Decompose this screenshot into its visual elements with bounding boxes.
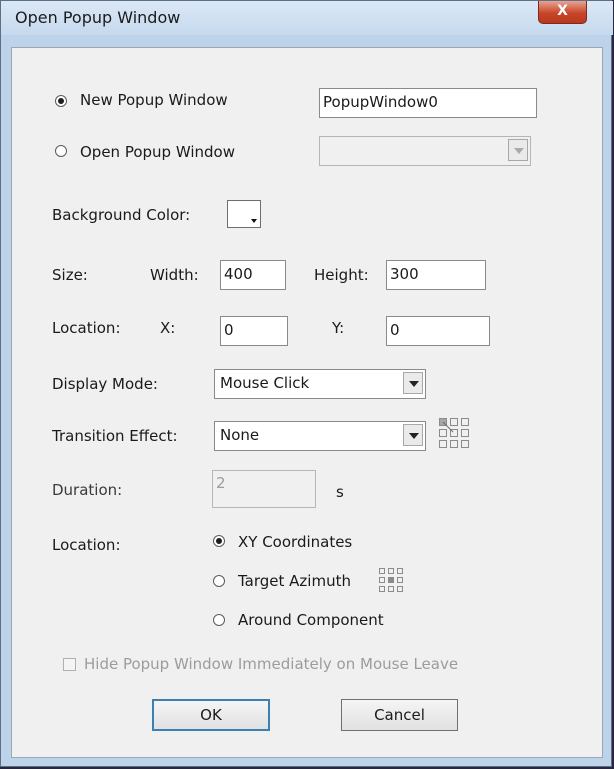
width-label: Width: — [150, 266, 199, 284]
display-mode-select[interactable]: Mouse Click — [214, 369, 426, 399]
location-mode-label: Location: — [52, 536, 121, 554]
chevron-down-icon[interactable] — [403, 372, 423, 394]
width-input[interactable]: 400 — [220, 260, 286, 290]
hide-on-leave-label: Hide Popup Window Immediately on Mouse L… — [84, 655, 459, 673]
duration-label: Duration: — [52, 481, 123, 499]
direction-grid-icon[interactable] — [438, 417, 470, 449]
close-icon: X — [557, 3, 568, 19]
target-azimuth-radio[interactable] — [213, 575, 225, 587]
open-popup-radio[interactable] — [55, 145, 67, 157]
open-popup-label[interactable]: Open Popup Window — [80, 142, 235, 162]
popup-name-input[interactable]: PopupWindow0 — [319, 88, 537, 118]
title-bar[interactable]: Open Popup Window X — [1, 1, 613, 35]
azimuth-grid-icon[interactable] — [378, 567, 404, 593]
around-component-label[interactable]: Around Component — [238, 610, 384, 630]
dialog-window: Open Popup Window X New Popup Window Pop… — [0, 0, 613, 767]
new-popup-radio[interactable] — [55, 95, 67, 107]
dialog-client-area: New Popup Window PopupWindow0 Open Popup… — [11, 47, 603, 758]
duration-unit: s — [336, 483, 344, 501]
window-title: Open Popup Window — [15, 8, 181, 27]
y-input[interactable]: 0 — [386, 316, 490, 346]
target-azimuth-label[interactable]: Target Azimuth — [238, 571, 351, 591]
height-label: Height: — [314, 266, 369, 284]
background-color-label: Background Color: — [52, 206, 191, 224]
background-color-picker[interactable] — [227, 200, 261, 228]
open-popup-select — [319, 136, 531, 166]
around-component-radio[interactable] — [213, 614, 225, 626]
xy-coordinates-radio[interactable] — [213, 535, 225, 547]
y-label: Y: — [332, 319, 345, 337]
hide-on-leave-checkbox — [63, 658, 76, 671]
close-button[interactable]: X — [538, 1, 587, 24]
cancel-button[interactable]: Cancel — [341, 699, 458, 731]
display-mode-label: Display Mode: — [52, 375, 158, 393]
x-input[interactable]: 0 — [220, 316, 288, 346]
transition-effect-label: Transition Effect: — [52, 427, 178, 445]
chevron-down-icon — [508, 139, 528, 161]
height-input[interactable]: 300 — [386, 260, 486, 290]
transition-effect-select[interactable]: None — [214, 421, 426, 451]
location-label: Location: — [52, 319, 121, 337]
display-mode-value: Mouse Click — [220, 374, 310, 392]
transition-effect-value: None — [220, 426, 260, 444]
size-label: Size: — [52, 266, 88, 284]
duration-input: 2 — [212, 470, 316, 508]
new-popup-label[interactable]: New Popup Window — [80, 90, 228, 110]
x-label: X: — [160, 319, 176, 337]
xy-coordinates-label[interactable]: XY Coordinates — [238, 532, 352, 552]
ok-button[interactable]: OK — [152, 699, 270, 731]
chevron-down-icon[interactable] — [403, 424, 423, 446]
